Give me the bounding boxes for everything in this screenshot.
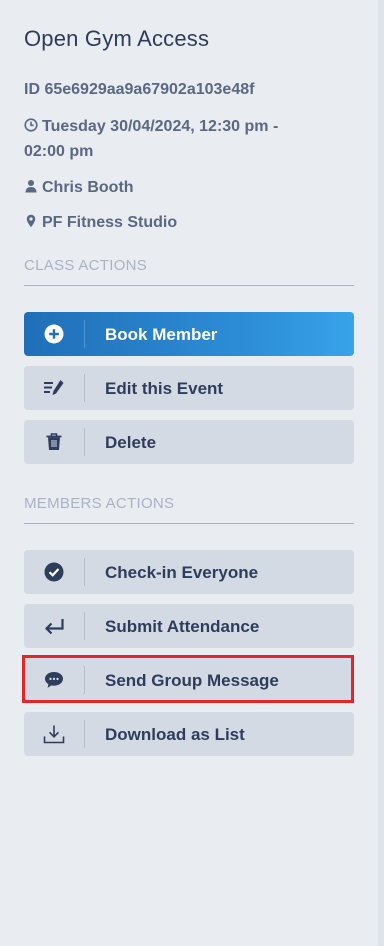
event-instructor: Chris Booth	[24, 176, 134, 201]
instructor-name: Chris Booth	[42, 179, 134, 196]
enter-arrow-icon	[24, 604, 84, 648]
event-actions-panel: Open Gym Access ID 65e6929aa9a67902a103e…	[0, 0, 384, 946]
download-as-list-button[interactable]: Download as List	[24, 712, 354, 756]
location-name: PF Fitness Studio	[42, 214, 178, 231]
check-circle-icon	[24, 550, 84, 594]
event-datetime-line2: 02:00 pm	[24, 143, 94, 160]
event-title: Open Gym Access	[24, 26, 210, 51]
button-separator	[84, 428, 85, 456]
submit-attendance-button[interactable]: Submit Attendance	[24, 604, 354, 648]
event-id: ID 65e6929aa9a67902a103e48f	[24, 81, 255, 98]
button-separator	[84, 720, 85, 748]
download-icon	[24, 712, 84, 756]
event-location: PF Fitness Studio	[24, 211, 177, 236]
section-divider	[24, 285, 354, 286]
panel-edge	[378, 0, 384, 946]
book-member-label: Book Member	[105, 325, 218, 344]
submit-attendance-label: Submit Attendance	[105, 617, 260, 636]
check-in-everyone-button[interactable]: Check-in Everyone	[24, 550, 354, 594]
edit-icon	[24, 366, 84, 410]
map-pin-icon	[24, 212, 38, 236]
edit-event-button[interactable]: Edit this Event	[24, 366, 354, 410]
delete-button[interactable]: Delete	[24, 420, 354, 464]
edit-event-label: Edit this Event	[105, 379, 224, 398]
person-icon	[24, 177, 38, 201]
button-separator	[84, 612, 85, 640]
class-actions-section: CLASS ACTIONS	[24, 257, 354, 286]
event-datetime-line1: Tuesday 30/04/2024, 12:30 pm -	[42, 118, 279, 135]
class-actions-heading: CLASS ACTIONS	[24, 257, 148, 274]
trash-icon	[24, 420, 84, 464]
button-separator	[84, 374, 85, 402]
book-member-button[interactable]: Book Member	[24, 312, 354, 356]
check-in-everyone-label: Check-in Everyone	[105, 563, 259, 582]
delete-label: Delete	[105, 433, 157, 452]
clock-icon	[24, 116, 38, 140]
plus-circle-icon	[24, 312, 84, 356]
event-datetime: Tuesday 30/04/2024, 12:30 pm -	[24, 115, 278, 140]
download-as-list-label: Download as List	[105, 725, 245, 744]
section-divider	[24, 523, 354, 524]
members-actions-section: MEMBERS ACTIONS	[24, 495, 354, 524]
members-actions-heading: MEMBERS ACTIONS	[24, 495, 175, 512]
highlight-box	[22, 655, 354, 703]
button-separator	[84, 558, 85, 586]
button-separator	[84, 320, 85, 348]
